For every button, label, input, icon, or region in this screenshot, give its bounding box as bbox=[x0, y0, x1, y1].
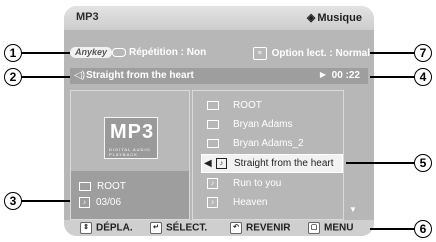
callout-leader bbox=[370, 52, 416, 54]
bottom-help-bar: ⇕ DÉPLA. ↵ SÉLECT. ↶ REVENIR ▢ MENU bbox=[64, 220, 374, 236]
folder-icon bbox=[79, 181, 91, 191]
return-hint[interactable]: ↶ REVENIR bbox=[230, 222, 290, 234]
callout-7: 7 bbox=[414, 44, 432, 62]
callout-3: 3 bbox=[4, 192, 22, 210]
music-note-icon: ♪ bbox=[207, 175, 224, 192]
now-playing-title: Straight from the heart bbox=[86, 70, 194, 81]
music-note-icon: ♪ bbox=[207, 194, 224, 211]
folder-up-icon bbox=[207, 97, 225, 114]
list-item[interactable]: ♪ Run to you bbox=[193, 175, 343, 192]
menu-key-icon: ▢ bbox=[308, 222, 320, 234]
elapsed-time: 00 :22 bbox=[331, 70, 360, 81]
list-item[interactable]: ♪ Heaven bbox=[193, 194, 343, 211]
select-hint[interactable]: ↵ SÉLECT. bbox=[150, 222, 207, 234]
repeat-icon bbox=[112, 47, 126, 57]
dvd-menu-screen: MP3 ◈ Musique Anykey Répétition : Non ≡ Op… bbox=[64, 6, 374, 236]
mp3-logo: MP3 DIGITAL AUDIO PLAYBACK bbox=[104, 117, 158, 159]
music-title: ◈ Musique bbox=[306, 12, 362, 24]
return-key-icon: ↶ bbox=[230, 222, 242, 234]
callout-leader bbox=[20, 76, 70, 78]
callout-5: 5 bbox=[414, 154, 432, 172]
play-option-status[interactable]: ≡ Option lect. : Normal bbox=[252, 47, 370, 60]
scrollbar[interactable]: ▼ bbox=[346, 90, 360, 218]
updown-key-icon: ⇕ bbox=[80, 222, 92, 234]
track-counter: 03/06 bbox=[96, 197, 122, 209]
play-icon: ▶ bbox=[319, 70, 326, 79]
file-browser: ROOT Bryan Adams Bryan Adams_2 ◀ ♪ Straigh… bbox=[192, 90, 344, 220]
folder-icon bbox=[207, 135, 225, 152]
move-hint[interactable]: ⇕ DÉPLA. bbox=[80, 222, 133, 234]
info-row: Anykey Répétition : Non ≡ Option lect. : … bbox=[70, 46, 370, 60]
list-item[interactable]: Bryan Adams_2 bbox=[193, 135, 343, 152]
repeat-status[interactable]: Répétition : Non bbox=[112, 47, 206, 58]
callout-leader bbox=[370, 228, 416, 230]
list-item-selected[interactable]: ◀ ♪ Straight from the heart bbox=[201, 154, 343, 173]
enter-key-icon: ↵ bbox=[150, 222, 162, 234]
current-folder: ROOT bbox=[97, 181, 126, 192]
music-note-icon: ♪ bbox=[216, 155, 233, 172]
playlist-option-icon: ≡ bbox=[252, 47, 267, 60]
callout-leader bbox=[346, 162, 416, 164]
music-note-icon: ♪ bbox=[79, 197, 90, 208]
speaker-icon: ◁) bbox=[74, 70, 86, 81]
callout-6: 6 bbox=[414, 220, 432, 238]
folder-info: ROOT ♪ 03/06 bbox=[71, 171, 189, 219]
callout-leader bbox=[20, 200, 70, 202]
diamond-icon: ◈ bbox=[306, 12, 316, 24]
folder-icon bbox=[207, 116, 225, 133]
callout-2: 2 bbox=[4, 68, 22, 86]
now-playing-bar: ◁) Straight from the heart ▶ 00 :22 bbox=[70, 68, 368, 84]
callout-leader bbox=[20, 52, 70, 54]
speaker-icon: ◀ bbox=[204, 158, 212, 169]
callout-4: 4 bbox=[414, 68, 432, 86]
scroll-down-icon[interactable]: ▼ bbox=[349, 205, 357, 214]
title-bar: MP3 ◈ Musique bbox=[64, 6, 374, 30]
callout-1: 1 bbox=[4, 44, 22, 62]
callout-leader bbox=[370, 76, 416, 78]
list-item[interactable]: Bryan Adams bbox=[193, 116, 343, 133]
list-item[interactable]: ROOT bbox=[193, 97, 343, 114]
anykey-badge[interactable]: Anykey bbox=[70, 47, 113, 58]
menu-hint[interactable]: ▢ MENU bbox=[308, 222, 353, 234]
mode-title: MP3 bbox=[76, 11, 99, 23]
preview-panel: MP3 DIGITAL AUDIO PLAYBACK ROOT ♪ 03/06 bbox=[70, 90, 190, 220]
